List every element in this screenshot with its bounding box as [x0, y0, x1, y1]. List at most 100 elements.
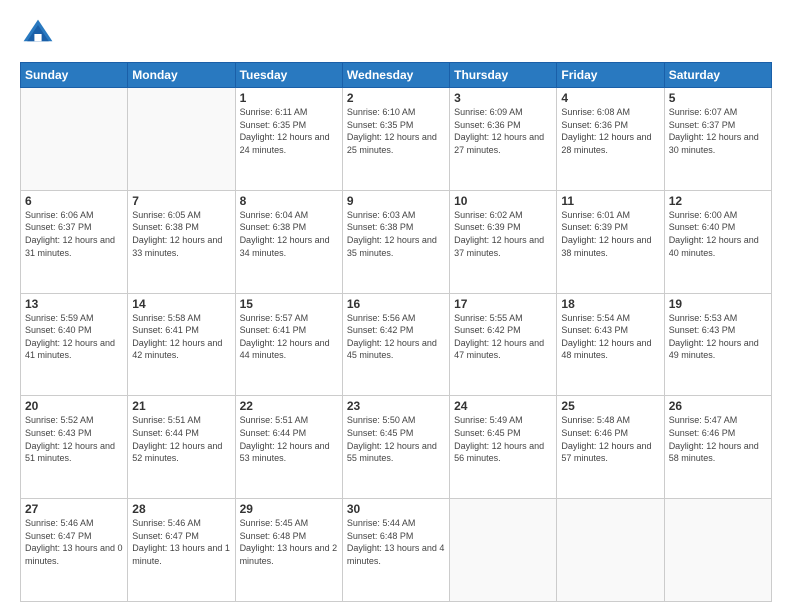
calendar-cell: 29Sunrise: 5:45 AMSunset: 6:48 PMDayligh… — [235, 499, 342, 602]
day-info: Sunrise: 6:04 AMSunset: 6:38 PMDaylight:… — [240, 209, 338, 259]
calendar-cell: 13Sunrise: 5:59 AMSunset: 6:40 PMDayligh… — [21, 293, 128, 396]
day-info: Sunrise: 5:44 AMSunset: 6:48 PMDaylight:… — [347, 517, 445, 567]
day-number: 11 — [561, 194, 659, 208]
week-row-5: 27Sunrise: 5:46 AMSunset: 6:47 PMDayligh… — [21, 499, 772, 602]
day-info: Sunrise: 5:50 AMSunset: 6:45 PMDaylight:… — [347, 414, 445, 464]
day-info: Sunrise: 5:51 AMSunset: 6:44 PMDaylight:… — [240, 414, 338, 464]
day-info: Sunrise: 5:53 AMSunset: 6:43 PMDaylight:… — [669, 312, 767, 362]
day-number: 3 — [454, 91, 552, 105]
calendar-cell: 30Sunrise: 5:44 AMSunset: 6:48 PMDayligh… — [342, 499, 449, 602]
day-info: Sunrise: 6:00 AMSunset: 6:40 PMDaylight:… — [669, 209, 767, 259]
calendar-cell: 6Sunrise: 6:06 AMSunset: 6:37 PMDaylight… — [21, 190, 128, 293]
day-number: 10 — [454, 194, 552, 208]
weekday-header-row: SundayMondayTuesdayWednesdayThursdayFrid… — [21, 63, 772, 88]
day-number: 8 — [240, 194, 338, 208]
day-number: 26 — [669, 399, 767, 413]
day-number: 6 — [25, 194, 123, 208]
day-number: 2 — [347, 91, 445, 105]
calendar-cell: 2Sunrise: 6:10 AMSunset: 6:35 PMDaylight… — [342, 88, 449, 191]
calendar-cell — [557, 499, 664, 602]
week-row-1: 1Sunrise: 6:11 AMSunset: 6:35 PMDaylight… — [21, 88, 772, 191]
day-info: Sunrise: 6:09 AMSunset: 6:36 PMDaylight:… — [454, 106, 552, 156]
day-number: 30 — [347, 502, 445, 516]
day-number: 16 — [347, 297, 445, 311]
calendar-cell: 4Sunrise: 6:08 AMSunset: 6:36 PMDaylight… — [557, 88, 664, 191]
weekday-wednesday: Wednesday — [342, 63, 449, 88]
day-number: 17 — [454, 297, 552, 311]
calendar-cell — [450, 499, 557, 602]
day-number: 7 — [132, 194, 230, 208]
day-number: 22 — [240, 399, 338, 413]
calendar-cell: 7Sunrise: 6:05 AMSunset: 6:38 PMDaylight… — [128, 190, 235, 293]
calendar-cell: 28Sunrise: 5:46 AMSunset: 6:47 PMDayligh… — [128, 499, 235, 602]
day-number: 14 — [132, 297, 230, 311]
weekday-saturday: Saturday — [664, 63, 771, 88]
calendar-cell: 1Sunrise: 6:11 AMSunset: 6:35 PMDaylight… — [235, 88, 342, 191]
day-info: Sunrise: 6:05 AMSunset: 6:38 PMDaylight:… — [132, 209, 230, 259]
calendar-cell — [128, 88, 235, 191]
day-number: 5 — [669, 91, 767, 105]
day-number: 25 — [561, 399, 659, 413]
day-number: 12 — [669, 194, 767, 208]
calendar-cell: 16Sunrise: 5:56 AMSunset: 6:42 PMDayligh… — [342, 293, 449, 396]
calendar-table: SundayMondayTuesdayWednesdayThursdayFrid… — [20, 62, 772, 602]
logo — [20, 16, 60, 52]
calendar-cell: 22Sunrise: 5:51 AMSunset: 6:44 PMDayligh… — [235, 396, 342, 499]
weekday-friday: Friday — [557, 63, 664, 88]
day-info: Sunrise: 6:01 AMSunset: 6:39 PMDaylight:… — [561, 209, 659, 259]
day-info: Sunrise: 6:03 AMSunset: 6:38 PMDaylight:… — [347, 209, 445, 259]
header — [20, 16, 772, 52]
day-number: 20 — [25, 399, 123, 413]
day-info: Sunrise: 6:10 AMSunset: 6:35 PMDaylight:… — [347, 106, 445, 156]
calendar-cell: 19Sunrise: 5:53 AMSunset: 6:43 PMDayligh… — [664, 293, 771, 396]
calendar-cell: 5Sunrise: 6:07 AMSunset: 6:37 PMDaylight… — [664, 88, 771, 191]
day-info: Sunrise: 5:55 AMSunset: 6:42 PMDaylight:… — [454, 312, 552, 362]
day-number: 19 — [669, 297, 767, 311]
calendar-cell: 12Sunrise: 6:00 AMSunset: 6:40 PMDayligh… — [664, 190, 771, 293]
day-number: 9 — [347, 194, 445, 208]
day-number: 23 — [347, 399, 445, 413]
calendar-cell: 23Sunrise: 5:50 AMSunset: 6:45 PMDayligh… — [342, 396, 449, 499]
day-info: Sunrise: 5:57 AMSunset: 6:41 PMDaylight:… — [240, 312, 338, 362]
calendar-cell: 9Sunrise: 6:03 AMSunset: 6:38 PMDaylight… — [342, 190, 449, 293]
day-info: Sunrise: 6:06 AMSunset: 6:37 PMDaylight:… — [25, 209, 123, 259]
page: SundayMondayTuesdayWednesdayThursdayFrid… — [0, 0, 792, 612]
day-info: Sunrise: 6:08 AMSunset: 6:36 PMDaylight:… — [561, 106, 659, 156]
week-row-4: 20Sunrise: 5:52 AMSunset: 6:43 PMDayligh… — [21, 396, 772, 499]
weekday-thursday: Thursday — [450, 63, 557, 88]
calendar-cell: 24Sunrise: 5:49 AMSunset: 6:45 PMDayligh… — [450, 396, 557, 499]
weekday-monday: Monday — [128, 63, 235, 88]
calendar-cell — [664, 499, 771, 602]
calendar-cell: 25Sunrise: 5:48 AMSunset: 6:46 PMDayligh… — [557, 396, 664, 499]
day-info: Sunrise: 5:45 AMSunset: 6:48 PMDaylight:… — [240, 517, 338, 567]
weekday-tuesday: Tuesday — [235, 63, 342, 88]
day-number: 13 — [25, 297, 123, 311]
day-number: 24 — [454, 399, 552, 413]
day-info: Sunrise: 5:46 AMSunset: 6:47 PMDaylight:… — [25, 517, 123, 567]
day-info: Sunrise: 5:59 AMSunset: 6:40 PMDaylight:… — [25, 312, 123, 362]
day-number: 4 — [561, 91, 659, 105]
calendar-cell: 11Sunrise: 6:01 AMSunset: 6:39 PMDayligh… — [557, 190, 664, 293]
day-number: 28 — [132, 502, 230, 516]
calendar-cell: 18Sunrise: 5:54 AMSunset: 6:43 PMDayligh… — [557, 293, 664, 396]
calendar-cell: 27Sunrise: 5:46 AMSunset: 6:47 PMDayligh… — [21, 499, 128, 602]
calendar-cell: 26Sunrise: 5:47 AMSunset: 6:46 PMDayligh… — [664, 396, 771, 499]
day-info: Sunrise: 5:46 AMSunset: 6:47 PMDaylight:… — [132, 517, 230, 567]
calendar-cell: 3Sunrise: 6:09 AMSunset: 6:36 PMDaylight… — [450, 88, 557, 191]
day-number: 29 — [240, 502, 338, 516]
day-number: 1 — [240, 91, 338, 105]
calendar-cell: 17Sunrise: 5:55 AMSunset: 6:42 PMDayligh… — [450, 293, 557, 396]
day-number: 15 — [240, 297, 338, 311]
day-info: Sunrise: 5:56 AMSunset: 6:42 PMDaylight:… — [347, 312, 445, 362]
logo-icon — [20, 16, 56, 52]
day-info: Sunrise: 5:47 AMSunset: 6:46 PMDaylight:… — [669, 414, 767, 464]
calendar-cell: 15Sunrise: 5:57 AMSunset: 6:41 PMDayligh… — [235, 293, 342, 396]
calendar-cell: 8Sunrise: 6:04 AMSunset: 6:38 PMDaylight… — [235, 190, 342, 293]
week-row-3: 13Sunrise: 5:59 AMSunset: 6:40 PMDayligh… — [21, 293, 772, 396]
day-info: Sunrise: 5:49 AMSunset: 6:45 PMDaylight:… — [454, 414, 552, 464]
weekday-sunday: Sunday — [21, 63, 128, 88]
day-info: Sunrise: 6:11 AMSunset: 6:35 PMDaylight:… — [240, 106, 338, 156]
day-info: Sunrise: 5:48 AMSunset: 6:46 PMDaylight:… — [561, 414, 659, 464]
calendar-cell — [21, 88, 128, 191]
day-number: 27 — [25, 502, 123, 516]
